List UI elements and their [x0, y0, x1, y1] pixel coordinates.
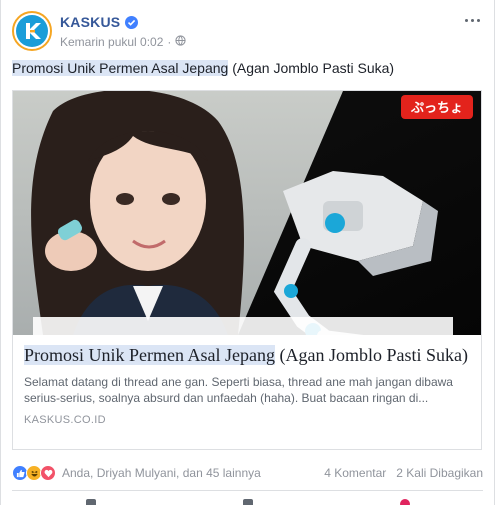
post-footer: Anda, Driyah Mulyani, dan 45 lainnya 4 K… — [12, 463, 483, 483]
post-timestamp[interactable]: Kemarin pukul 0:02 — [60, 35, 163, 49]
link-preview-card[interactable]: ぷっちょ Promosi Unik Permen Asal Jepang (Ag… — [12, 90, 482, 450]
reaction-names[interactable]: Anda, Driyah Mulyani, dan 45 lainnya — [62, 466, 261, 480]
link-title[interactable]: Promosi Unik Permen Asal Jepang (Agan Jo… — [24, 344, 470, 366]
comment-action-icon[interactable] — [241, 495, 255, 505]
link-preview-image[interactable]: ぷっちょ — [13, 91, 481, 335]
shares-count[interactable]: 2 Kali Dibagikan — [396, 466, 483, 480]
post-meta: Kemarin pukul 0:02 · — [60, 35, 187, 49]
link-title-rest: (Agan Jomblo Pasti Suka) — [274, 345, 468, 365]
page-name[interactable]: KASKUS — [60, 14, 120, 30]
page-name-row: KASKUS — [60, 14, 139, 30]
more-options-icon[interactable] — [461, 13, 483, 27]
globe-icon[interactable] — [175, 35, 187, 49]
post-header: KASKUS Kemarin pukul 0:02 · — [12, 11, 483, 55]
post-text-highlight[interactable]: Promosi Unik Permen Asal Jepang — [12, 60, 229, 76]
link-description: Selamat datang di thread ane gan. Sepert… — [24, 375, 453, 405]
link-domain: KASKUS.CO.ID — [24, 414, 106, 426]
comments-count[interactable]: 4 Komentar — [324, 466, 386, 480]
post-text-rest: (Agan Jomblo Pasti Suka) — [228, 60, 395, 76]
love-reaction-icon — [40, 465, 56, 481]
link-title-highlight: Promosi Unik Permen Asal Jepang — [24, 345, 275, 365]
page-avatar[interactable] — [12, 11, 52, 51]
reaction-icons[interactable]: Anda, Driyah Mulyani, dan 45 lainnya — [12, 465, 261, 481]
verified-icon — [125, 15, 139, 29]
like-action-icon[interactable] — [84, 495, 98, 505]
share-action-icon[interactable] — [398, 495, 412, 505]
kaskus-logo-icon — [16, 15, 48, 47]
post-actions — [12, 495, 483, 505]
action-divider — [12, 490, 483, 491]
post-text: Promosi Unik Permen Asal Jepang (Agan Jo… — [12, 58, 483, 78]
engagement-counts: 4 Komentar 2 Kali Dibagikan — [324, 466, 483, 480]
image-banner-text: ぷっちょ — [410, 101, 463, 116]
feed-post: KASKUS Kemarin pukul 0:02 · Promosi Unik… — [0, 0, 495, 505]
link-preview-body: Promosi Unik Permen Asal Jepang (Agan Jo… — [13, 335, 481, 449]
